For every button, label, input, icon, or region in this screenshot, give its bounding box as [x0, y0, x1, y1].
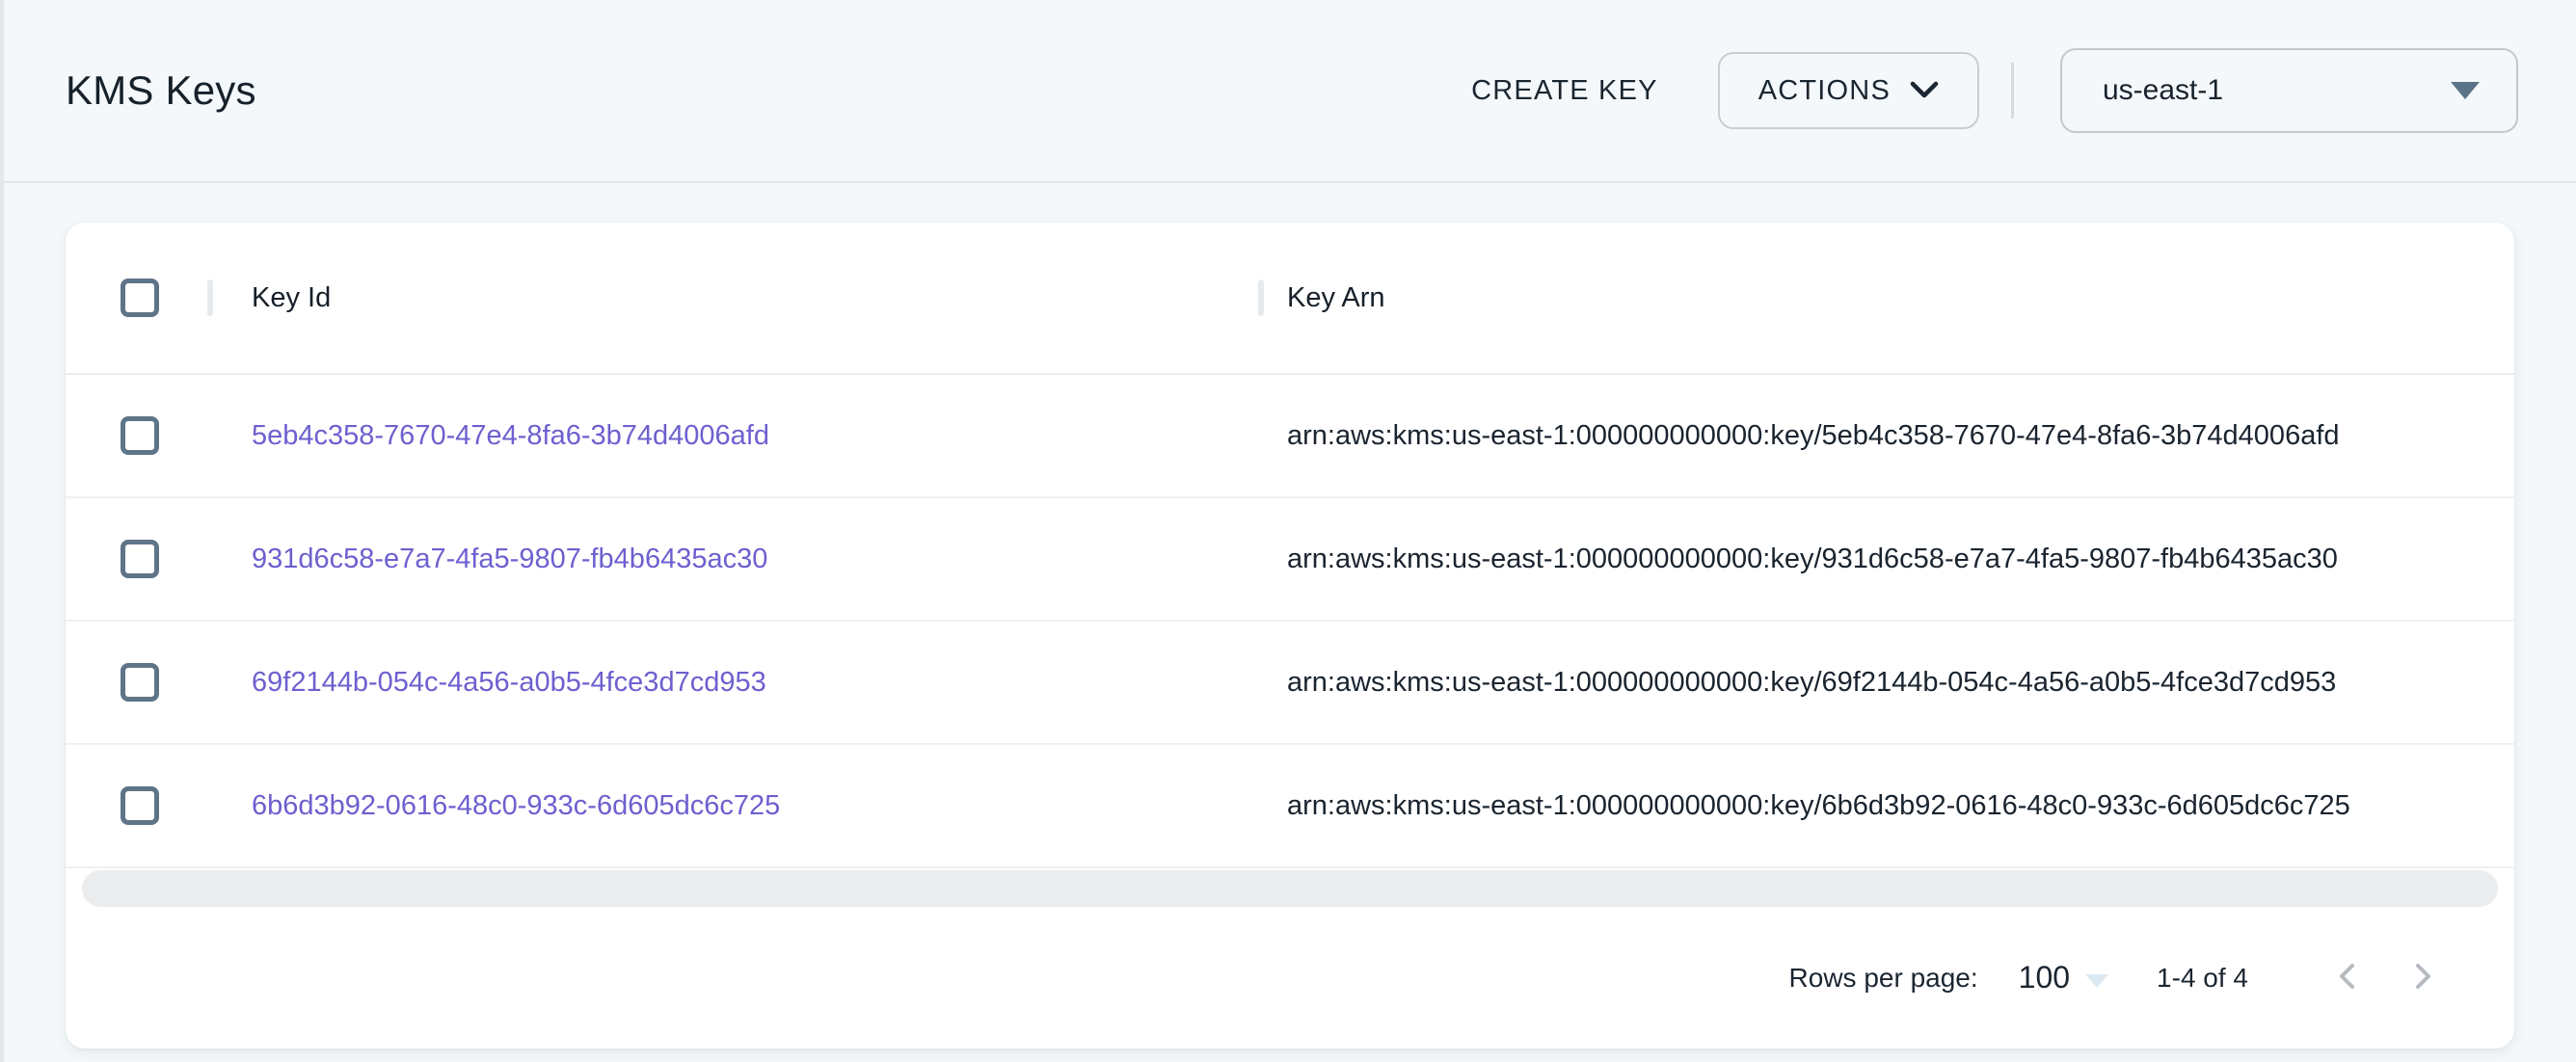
actions-button[interactable]: ACTIONS: [1718, 52, 1979, 129]
page-title: KMS Keys: [66, 67, 256, 114]
header-checkbox-cell: [66, 279, 186, 317]
key-arn-value: arn:aws:kms:us-east-1:000000000000:key/6…: [1287, 790, 2350, 822]
table-header-row: Key Id Key Arn: [66, 223, 2514, 375]
row-checkbox[interactable]: [121, 663, 159, 702]
rows-per-page-value: 100: [2019, 960, 2070, 996]
kms-keys-table-card: Key Id Key Arn 5eb4c358-7670-47e4-8fa6-3…: [66, 223, 2514, 1049]
key-arn-value: arn:aws:kms:us-east-1:000000000000:key/6…: [1287, 667, 2336, 699]
previous-page-button[interactable]: [2312, 942, 2385, 1015]
column-header-label: Key Arn: [1287, 282, 1385, 314]
row-checkbox-cell: [66, 540, 186, 578]
topbar: KMS Keys CREATE KEY ACTIONS us-east-1: [4, 0, 2576, 183]
region-selector-value: us-east-1: [2103, 74, 2223, 107]
column-header-key-id[interactable]: Key Id: [186, 282, 1258, 314]
key-id-link[interactable]: 931d6c58-e7a7-4fa5-9807-fb4b6435ac30: [252, 544, 767, 575]
topbar-controls: CREATE KEY ACTIONS us-east-1: [1462, 48, 2518, 133]
key-arn-cell: arn:aws:kms:us-east-1:000000000000:key/6…: [1258, 790, 2514, 822]
row-checkbox[interactable]: [121, 540, 159, 578]
chevron-down-icon: [1910, 75, 1939, 107]
header-divider: [2011, 63, 2014, 119]
select-all-checkbox[interactable]: [121, 279, 159, 317]
column-resize-handle[interactable]: [1258, 279, 1264, 316]
column-header-label: Key Id: [252, 282, 331, 314]
pagination-range: 1-4 of 4: [2157, 963, 2248, 994]
table-row: 5eb4c358-7670-47e4-8fa6-3b74d4006afd arn…: [66, 375, 2514, 498]
key-arn-cell: arn:aws:kms:us-east-1:000000000000:key/6…: [1258, 667, 2514, 699]
key-id-link[interactable]: 69f2144b-054c-4a56-a0b5-4fce3d7cd953: [252, 667, 766, 699]
rows-per-page-select[interactable]: 100: [2019, 960, 2108, 996]
key-id-cell: 69f2144b-054c-4a56-a0b5-4fce3d7cd953: [186, 667, 1258, 699]
table-row: 69f2144b-054c-4a56-a0b5-4fce3d7cd953 arn…: [66, 622, 2514, 745]
horizontal-scrollbar-thumb[interactable]: [82, 870, 2498, 907]
key-arn-cell: arn:aws:kms:us-east-1:000000000000:key/5…: [1258, 420, 2514, 452]
key-id-link[interactable]: 5eb4c358-7670-47e4-8fa6-3b74d4006afd: [252, 420, 769, 452]
main-content: Key Id Key Arn 5eb4c358-7670-47e4-8fa6-3…: [4, 223, 2576, 1049]
table-row: 931d6c58-e7a7-4fa5-9807-fb4b6435ac30 arn…: [66, 498, 2514, 622]
next-page-button[interactable]: [2385, 942, 2458, 1015]
row-checkbox[interactable]: [121, 416, 159, 455]
region-selector[interactable]: us-east-1: [2060, 48, 2518, 133]
column-resize-handle[interactable]: [207, 279, 213, 316]
chevron-left-icon: [2331, 959, 2366, 996]
row-checkbox-cell: [66, 786, 186, 825]
chevron-right-icon: [2404, 959, 2439, 996]
key-id-cell: 5eb4c358-7670-47e4-8fa6-3b74d4006afd: [186, 420, 1258, 452]
table-row: 6b6d3b92-0616-48c0-933c-6d605dc6c725 arn…: [66, 745, 2514, 868]
caret-down-icon: [2085, 974, 2108, 988]
create-key-button[interactable]: CREATE KEY: [1462, 56, 1668, 126]
key-arn-value: arn:aws:kms:us-east-1:000000000000:key/5…: [1287, 420, 2340, 452]
row-checkbox-cell: [66, 416, 186, 455]
row-checkbox-cell: [66, 663, 186, 702]
key-arn-cell: arn:aws:kms:us-east-1:000000000000:key/9…: [1258, 544, 2514, 575]
key-id-link[interactable]: 6b6d3b92-0616-48c0-933c-6d605dc6c725: [252, 790, 780, 822]
actions-button-label: ACTIONS: [1758, 75, 1891, 107]
column-header-key-arn[interactable]: Key Arn: [1258, 282, 2514, 314]
key-id-cell: 6b6d3b92-0616-48c0-933c-6d605dc6c725: [186, 790, 1258, 822]
key-id-cell: 931d6c58-e7a7-4fa5-9807-fb4b6435ac30: [186, 544, 1258, 575]
pagination-bar: Rows per page: 100 1-4 of 4: [66, 907, 2514, 1049]
row-checkbox[interactable]: [121, 786, 159, 825]
caret-down-icon: [2451, 82, 2480, 99]
key-arn-value: arn:aws:kms:us-east-1:000000000000:key/9…: [1287, 544, 2338, 575]
rows-per-page-label: Rows per page:: [1789, 963, 1978, 994]
